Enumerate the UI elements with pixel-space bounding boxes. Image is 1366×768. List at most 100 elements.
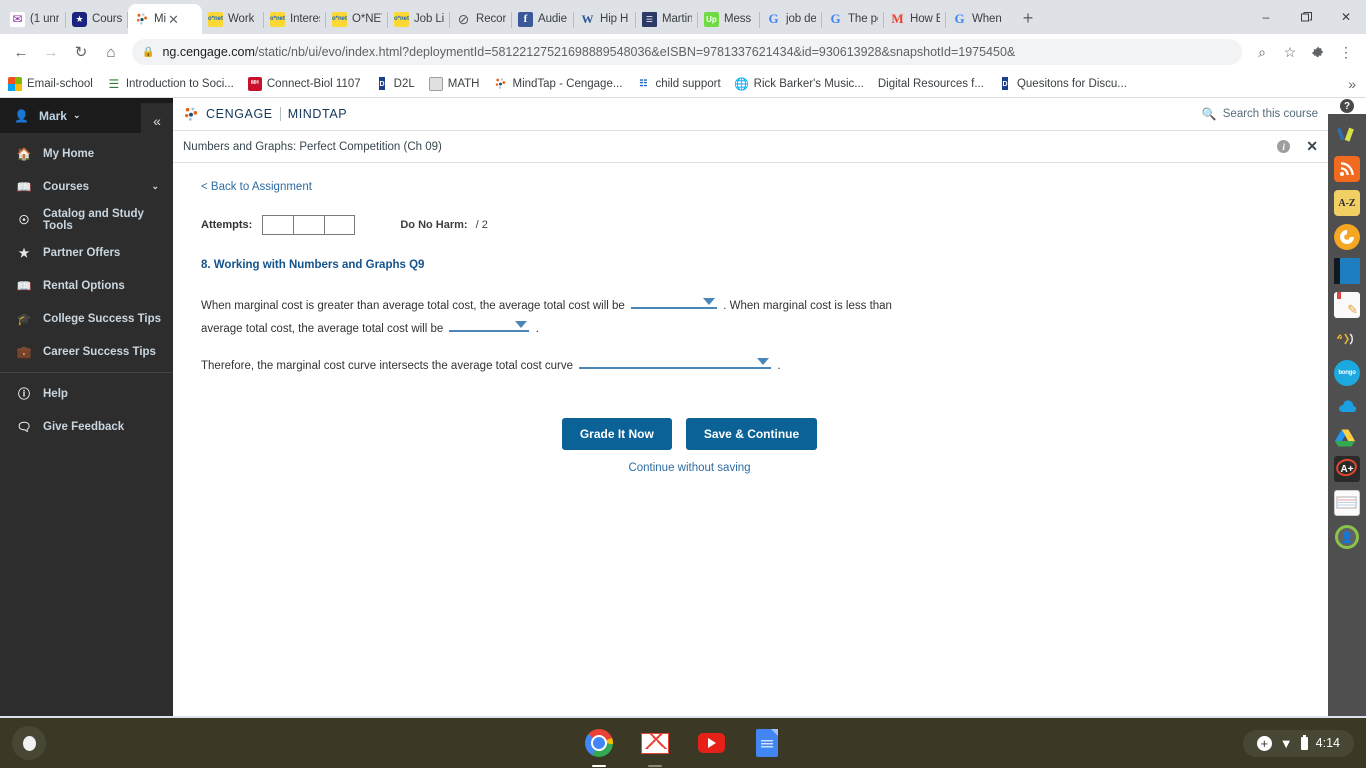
sidebar-item-career-success-tips[interactable]: 💼 Career Success Tips: [0, 335, 173, 368]
google-drive-icon[interactable]: [1334, 428, 1356, 448]
bookmark-star-icon[interactable]: ☆: [1276, 38, 1304, 66]
sidebar-item-partner-offers[interactable]: ★ Partner Offers: [0, 236, 173, 269]
browser-toolbar: ← → ↻ ⌂ 🔒 ng.cengage.com /static/nb/ui/e…: [0, 34, 1366, 70]
bongo-icon[interactable]: bongo: [1334, 360, 1360, 386]
shelf-app-youtube[interactable]: [696, 728, 726, 758]
sidebar-item-college-success-tips[interactable]: 🎓 College Success Tips: [0, 302, 173, 335]
save-and-continue-button[interactable]: Save & Continue: [685, 418, 818, 450]
dropdown-atc-greater[interactable]: [631, 295, 718, 309]
minimize-button[interactable]: –: [1246, 0, 1286, 34]
close-icon[interactable]: ✕: [1306, 138, 1318, 155]
sidebar-item-rental-options[interactable]: 📖 Rental Options: [0, 269, 173, 302]
onedrive-cloud-icon[interactable]: [1334, 394, 1360, 420]
search-this-course-button[interactable]: 🔍 Search this course: [1202, 107, 1318, 121]
browser-tab[interactable]: o*net O*NET: [326, 4, 388, 34]
blue-book-icon[interactable]: [1334, 258, 1360, 284]
sidebar-collapse-button[interactable]: «: [141, 103, 173, 138]
mcgrawhill-icon: MH: [247, 76, 262, 91]
bookmark-item[interactable]: Email-school: [8, 76, 93, 91]
rss-icon[interactable]: [1334, 156, 1360, 182]
sidebar-item-help[interactable]: ⓘ Help: [0, 377, 173, 410]
shield-icon: ★: [72, 11, 87, 27]
clock: 4:14: [1315, 736, 1340, 750]
bookmark-item[interactable]: D Quesitons for Discu...: [997, 76, 1127, 91]
tab-title: O*NET: [352, 13, 382, 25]
browser-tab[interactable]: G The pe: [822, 4, 884, 34]
sidebar-item-label: Catalog and Study Tools: [43, 207, 144, 232]
maximize-button[interactable]: [1286, 0, 1326, 34]
bookmark-item[interactable]: 🌐 Rick Barker's Music...: [734, 77, 864, 91]
sidebar-item-catalog-and-study-tools[interactable]: ☉ Catalog and Study Tools: [0, 203, 173, 236]
bookmark-item[interactable]: MH Connect-Biol 1107: [247, 76, 361, 91]
bookmark-item[interactable]: ☰ Introduction to Soci...: [107, 77, 233, 91]
shelf-app-gmail[interactable]: [640, 728, 670, 767]
browser-tab[interactable]: ★ Cours: [66, 4, 128, 34]
profile-avatar-icon[interactable]: 👤: [1334, 524, 1360, 550]
google-icon: G: [954, 11, 965, 27]
bookmark-item[interactable]: ☷ child support: [636, 77, 720, 91]
address-bar[interactable]: 🔒 ng.cengage.com /static/nb/ui/evo/index…: [132, 39, 1242, 65]
browser-tab[interactable]: ⊘ Recor: [450, 4, 512, 34]
dropdown-mc-intersects[interactable]: [579, 355, 772, 369]
browser-tab[interactable]: ☰ Martin: [636, 4, 698, 34]
browser-tab[interactable]: Up Mess: [698, 4, 760, 34]
browser-tab[interactable]: o*net Interes: [264, 4, 326, 34]
bookmark-item[interactable]: D D2L: [374, 76, 415, 91]
back-to-assignment-link[interactable]: < Back to Assignment: [201, 181, 1328, 193]
dropdown-atc-less[interactable]: [449, 318, 530, 332]
sidebar-item-give-feedback[interactable]: 🗨 Give Feedback: [0, 410, 173, 443]
browser-tab-active[interactable]: Mi ✕: [128, 4, 202, 34]
system-tray[interactable]: + ▼ 4:14: [1242, 729, 1354, 757]
home-button[interactable]: ⌂: [96, 37, 126, 67]
highlighter-pen-icon[interactable]: [1334, 122, 1360, 148]
notepad-pencil-icon[interactable]: [1334, 292, 1360, 318]
launcher-icon[interactable]: [12, 726, 46, 760]
close-button[interactable]: ✕: [1326, 0, 1366, 34]
zoom-icon[interactable]: ⌕: [1248, 38, 1276, 66]
index-cards-icon[interactable]: [1334, 490, 1360, 516]
reload-button[interactable]: ↻: [66, 37, 96, 67]
shelf-app-google-docs[interactable]: [752, 728, 782, 758]
question-text-part: .: [777, 360, 781, 372]
question-text-part: Therefore, the marginal cost curve inter…: [201, 360, 574, 372]
bookmark-item[interactable]: Digital Resources f...: [878, 78, 984, 90]
search-icon: 🔍: [1201, 107, 1217, 121]
bookmarks-overflow-button[interactable]: »: [1348, 76, 1358, 92]
bing-icon[interactable]: [1334, 224, 1360, 250]
tab-title: Interes: [290, 13, 320, 25]
browser-tab[interactable]: ✉ (1 unr: [4, 4, 66, 34]
back-button[interactable]: ←: [6, 37, 36, 67]
browser-tab[interactable]: o*net Job Li: [388, 4, 450, 34]
info-icon[interactable]: i: [1277, 140, 1291, 153]
brand-primary: CENGAGE: [206, 107, 273, 121]
sidebar: 👤 Mark ⌄ 🏠 My Home 📖 Courses ⌄ ☉ Catalog…: [0, 98, 173, 716]
a-z-dictionary-icon[interactable]: A-Z: [1334, 190, 1360, 216]
new-tab-button[interactable]: +: [1014, 4, 1042, 32]
sidebar-item-my-home[interactable]: 🏠 My Home: [0, 137, 173, 170]
question-circle-icon[interactable]: ?: [1340, 99, 1354, 113]
browser-tab[interactable]: W Hip H: [574, 4, 636, 34]
briefcase-icon: 💼: [16, 344, 32, 359]
continue-without-saving-link[interactable]: Continue without saving: [201, 462, 1328, 474]
bookmark-item[interactable]: MATH: [428, 76, 479, 91]
book-grey-icon: [428, 76, 443, 91]
shelf-app-chrome[interactable]: [584, 728, 614, 767]
question-text-part: When marginal cost is greater than avera…: [201, 300, 625, 312]
sidebar-item-label: Courses: [43, 180, 90, 193]
browser-tab[interactable]: o*net Work: [202, 4, 264, 34]
rail-help-area: ?: [1328, 98, 1366, 114]
bookmark-item[interactable]: MindTap - Cengage...: [493, 77, 622, 91]
browser-tab[interactable]: G When: [946, 4, 1008, 34]
close-icon[interactable]: ✕: [168, 13, 179, 26]
a-plus-grade-icon[interactable]: A+: [1334, 456, 1360, 482]
read-aloud-icon[interactable]: [1334, 326, 1360, 352]
chrome-menu-icon[interactable]: ⋮: [1332, 38, 1360, 66]
forward-button[interactable]: →: [36, 37, 66, 67]
browser-tab[interactable]: f Audie: [512, 4, 574, 34]
extensions-puzzle-icon[interactable]: [1304, 38, 1332, 66]
grade-it-now-button[interactable]: Grade It Now: [561, 418, 672, 450]
browser-tab[interactable]: G job de: [760, 4, 822, 34]
browser-tab[interactable]: M How E: [884, 4, 946, 34]
onet-icon: o*net: [394, 11, 409, 27]
sidebar-item-courses[interactable]: 📖 Courses ⌄: [0, 170, 173, 203]
